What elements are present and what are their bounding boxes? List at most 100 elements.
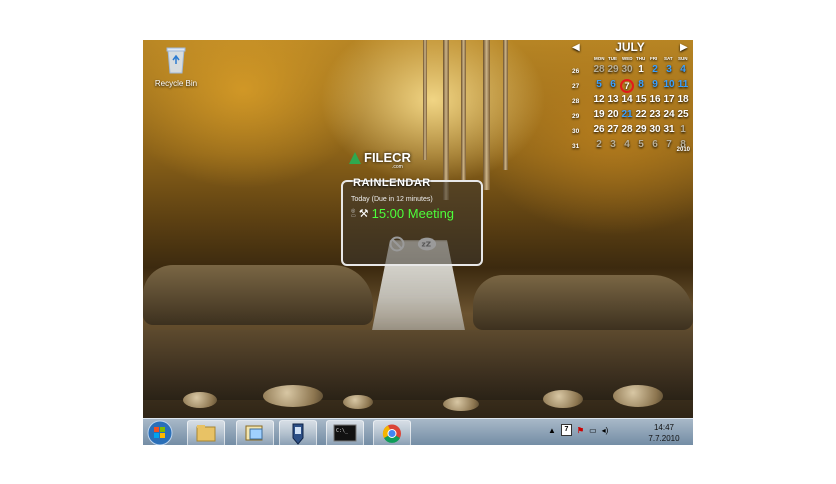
volume-icon[interactable]: ◂) bbox=[602, 426, 609, 435]
calendar-day[interactable]: 27 bbox=[606, 124, 620, 139]
calendar-day[interactable]: 15 bbox=[634, 94, 648, 109]
stone bbox=[343, 395, 373, 409]
calendar-day[interactable]: 8 bbox=[634, 79, 648, 94]
taskbar-app-pen[interactable] bbox=[279, 420, 317, 445]
recycle-bin-label: Recycle Bin bbox=[154, 79, 198, 88]
calendar-day[interactable]: 7 bbox=[662, 139, 676, 154]
calendar-day[interactable]: 4 bbox=[676, 64, 690, 79]
calendar-grid: 28 29 30 1 2 3 4 5 6 7 8 9 10 11 12 13 14 15 16 17 18 19 20 21 2… bbox=[592, 64, 692, 154]
network-icon[interactable]: ▭ bbox=[589, 426, 597, 435]
calendar-day[interactable]: 29 bbox=[606, 64, 620, 79]
event-status-icons: ◎ ▭ bbox=[351, 207, 356, 219]
recycle-bin-shortcut[interactable]: Recycle Bin bbox=[147, 46, 205, 88]
show-hidden-icons[interactable]: ▲ bbox=[548, 426, 556, 435]
snooze-button[interactable]: zZ bbox=[417, 234, 437, 254]
taskbar-command-prompt[interactable]: C:\_ bbox=[326, 420, 364, 445]
tree-trunk bbox=[443, 40, 449, 200]
pond bbox=[143, 330, 693, 400]
stone bbox=[443, 397, 479, 411]
calendar-day[interactable]: 10 bbox=[662, 79, 676, 94]
week-number: 28 bbox=[572, 98, 580, 105]
calendar-day[interactable]: 1 bbox=[634, 64, 648, 79]
taskbar-explorer[interactable] bbox=[187, 420, 225, 445]
day-name: WED bbox=[622, 56, 633, 61]
watermark-logo: FILECR .com bbox=[348, 150, 411, 170]
calendar-day[interactable]: 17 bbox=[662, 94, 676, 109]
desktop-screen: Recycle Bin FILECR .com ◀ JULY ▶ MON TUE W… bbox=[143, 40, 693, 445]
taskbar-chrome[interactable] bbox=[373, 420, 411, 445]
pen-icon bbox=[292, 423, 304, 445]
calendar-day[interactable]: 6 bbox=[648, 139, 662, 154]
terminal-icon: C:\_ bbox=[333, 424, 357, 442]
calendar-day[interactable]: 19 bbox=[592, 109, 606, 124]
rock-ledge bbox=[473, 275, 693, 330]
event-row[interactable]: ◎ ▭ ⚒ 15:00 Meeting bbox=[351, 206, 454, 221]
calendar-day[interactable]: 5 bbox=[592, 79, 606, 94]
calendar-day[interactable]: 30 bbox=[620, 64, 634, 79]
taskbar: C:\_ ▲ 7 ⚑ ▭ ◂) 14:47 7.7.2010 bbox=[143, 418, 693, 445]
snooze-icon: zZ bbox=[417, 237, 437, 251]
calendar-day[interactable]: 22 bbox=[634, 109, 648, 124]
week-number: 26 bbox=[572, 68, 580, 75]
calendar-day[interactable]: 24 bbox=[662, 109, 676, 124]
popup-actions: zZ bbox=[387, 234, 437, 254]
calendar-day[interactable]: 30 bbox=[648, 124, 662, 139]
calendar-day[interactable]: 29 bbox=[634, 124, 648, 139]
cards-icon bbox=[245, 425, 263, 441]
calendar-day[interactable]: 5 bbox=[634, 139, 648, 154]
watermark-brand: FILECR bbox=[364, 150, 411, 165]
day-name: MON bbox=[594, 56, 605, 61]
calendar-day[interactable]: 18 bbox=[676, 94, 690, 109]
calendar-day[interactable]: 2 bbox=[592, 139, 606, 154]
tree-trunk bbox=[483, 40, 490, 190]
stone bbox=[613, 385, 663, 407]
calendar-day[interactable]: 9 bbox=[648, 79, 662, 94]
calendar-day[interactable]: 1 bbox=[676, 124, 690, 139]
calendar-day[interactable]: 26 bbox=[592, 124, 606, 139]
calendar-day[interactable]: 4 bbox=[620, 139, 634, 154]
prev-month-icon[interactable]: ◀ bbox=[572, 42, 580, 53]
chrome-icon bbox=[382, 424, 401, 443]
calendar-day[interactable]: 2 bbox=[648, 64, 662, 79]
calendar-day[interactable]: 20 bbox=[606, 109, 620, 124]
start-button[interactable] bbox=[147, 420, 175, 445]
tools-icon: ⚒ bbox=[358, 208, 369, 220]
event-name: Meeting bbox=[407, 206, 455, 221]
action-center-icon[interactable]: ⚑ bbox=[577, 426, 584, 435]
system-tray: ▲ 7 ⚑ ▭ ◂) bbox=[548, 424, 608, 436]
calendar-tray-icon[interactable]: 7 bbox=[560, 424, 572, 436]
calendar-day[interactable]: 3 bbox=[606, 139, 620, 154]
calendar-day[interactable]: 25 bbox=[676, 109, 690, 124]
popup-title: RAINLENDAR bbox=[353, 177, 431, 189]
week-number: 29 bbox=[572, 113, 580, 120]
day-name: SAT bbox=[664, 56, 673, 61]
tree-trunk bbox=[461, 40, 466, 180]
calendar-week-numbers: 26 27 28 29 30 31 bbox=[572, 66, 588, 156]
calendar-day[interactable]: 16 bbox=[648, 94, 662, 109]
windows-logo-icon bbox=[147, 420, 173, 445]
day-name: THU bbox=[636, 56, 646, 61]
dismiss-button[interactable] bbox=[387, 234, 407, 254]
taskbar-app-cards[interactable] bbox=[236, 420, 274, 445]
week-number: 31 bbox=[572, 143, 580, 150]
watermark-icon bbox=[349, 151, 361, 164]
calendar-day-today[interactable]: 7 bbox=[620, 79, 634, 93]
calendar-day[interactable]: 12 bbox=[592, 94, 606, 109]
event-time: 15:00 bbox=[371, 206, 405, 221]
calendar-day[interactable]: 13 bbox=[606, 94, 620, 109]
popup-subtitle: Today (Due in 12 minutes) bbox=[351, 196, 433, 203]
clock[interactable]: 14:47 7.7.2010 bbox=[639, 422, 689, 444]
calendar-day[interactable]: 14 bbox=[620, 94, 634, 109]
calendar-day[interactable]: 3 bbox=[662, 64, 676, 79]
stone bbox=[183, 392, 217, 408]
tree-trunk bbox=[423, 40, 427, 160]
calendar-day[interactable]: 6 bbox=[606, 79, 620, 94]
calendar-day[interactable]: 31 bbox=[662, 124, 676, 139]
svg-text:zZ: zZ bbox=[422, 240, 432, 249]
calendar-day[interactable]: 23 bbox=[648, 109, 662, 124]
calendar-day[interactable]: 28 bbox=[592, 64, 606, 79]
calendar-day[interactable]: 21 bbox=[620, 109, 634, 124]
calendar-day[interactable]: 11 bbox=[676, 79, 690, 94]
calendar-day[interactable]: 28 bbox=[620, 124, 634, 139]
next-month-icon[interactable]: ▶ bbox=[680, 42, 688, 53]
